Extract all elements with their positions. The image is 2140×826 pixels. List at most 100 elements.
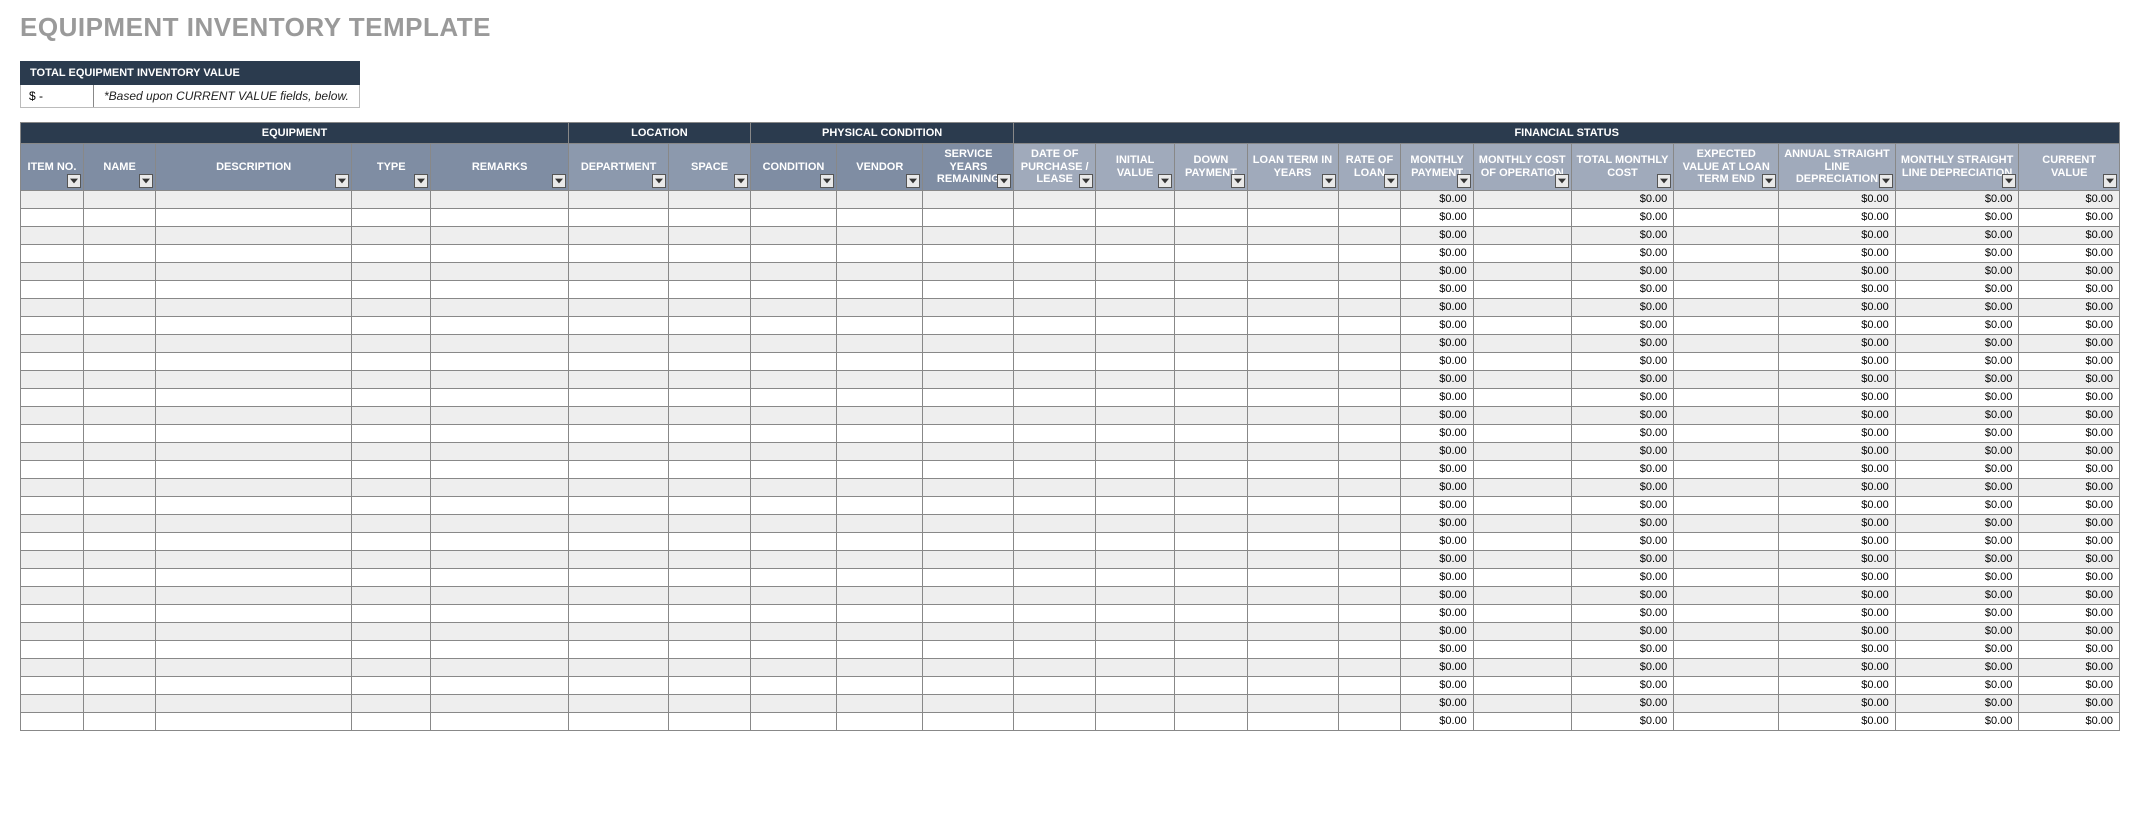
cell-date_purchase[interactable] [1014, 244, 1096, 262]
cell-date_purchase[interactable] [1014, 676, 1096, 694]
cell-total_monthly_cost[interactable]: $0.00 [1571, 424, 1674, 442]
cell-vendor[interactable] [837, 280, 923, 298]
cell-vendor[interactable] [837, 388, 923, 406]
filter-dropdown-icon[interactable] [139, 174, 153, 188]
column-header-initial_value[interactable]: INITIAL VALUE [1096, 144, 1175, 191]
cell-space[interactable] [669, 622, 751, 640]
cell-item_no[interactable] [21, 532, 84, 550]
cell-remarks[interactable] [431, 298, 569, 316]
cell-monthly_cost_op[interactable] [1473, 586, 1571, 604]
cell-total_monthly_cost[interactable]: $0.00 [1571, 442, 1674, 460]
cell-rate_loan[interactable] [1338, 352, 1401, 370]
cell-down_payment[interactable] [1175, 406, 1247, 424]
cell-name[interactable] [83, 604, 155, 622]
cell-monthly_cost_op[interactable] [1473, 424, 1571, 442]
column-header-space[interactable]: SPACE [669, 144, 751, 191]
cell-service_years[interactable] [923, 280, 1014, 298]
filter-dropdown-icon[interactable] [820, 174, 834, 188]
cell-expected_value[interactable] [1674, 514, 1779, 532]
cell-description[interactable] [156, 550, 352, 568]
cell-current_value[interactable]: $0.00 [2019, 298, 2120, 316]
cell-service_years[interactable] [923, 406, 1014, 424]
cell-vendor[interactable] [837, 442, 923, 460]
cell-description[interactable] [156, 460, 352, 478]
cell-department[interactable] [568, 712, 668, 730]
cell-monthly_cost_op[interactable] [1473, 298, 1571, 316]
column-header-type[interactable]: TYPE [352, 144, 431, 191]
cell-name[interactable] [83, 676, 155, 694]
cell-name[interactable] [83, 208, 155, 226]
cell-name[interactable] [83, 352, 155, 370]
cell-current_value[interactable]: $0.00 [2019, 424, 2120, 442]
cell-space[interactable] [669, 550, 751, 568]
cell-expected_value[interactable] [1674, 658, 1779, 676]
cell-type[interactable] [352, 640, 431, 658]
cell-initial_value[interactable] [1096, 352, 1175, 370]
cell-service_years[interactable] [923, 316, 1014, 334]
cell-monthly_depr[interactable]: $0.00 [1895, 208, 2019, 226]
cell-expected_value[interactable] [1674, 478, 1779, 496]
cell-condition[interactable] [750, 478, 836, 496]
cell-monthly_payment[interactable]: $0.00 [1401, 190, 1473, 208]
cell-item_no[interactable] [21, 424, 84, 442]
cell-remarks[interactable] [431, 352, 569, 370]
cell-date_purchase[interactable] [1014, 532, 1096, 550]
cell-rate_loan[interactable] [1338, 370, 1401, 388]
cell-description[interactable] [156, 370, 352, 388]
cell-vendor[interactable] [837, 226, 923, 244]
cell-service_years[interactable] [923, 514, 1014, 532]
column-header-rate_loan[interactable]: RATE OF LOAN [1338, 144, 1401, 191]
cell-name[interactable] [83, 442, 155, 460]
cell-description[interactable] [156, 406, 352, 424]
cell-down_payment[interactable] [1175, 352, 1247, 370]
cell-item_no[interactable] [21, 622, 84, 640]
cell-type[interactable] [352, 658, 431, 676]
filter-dropdown-icon[interactable] [552, 174, 566, 188]
cell-monthly_payment[interactable]: $0.00 [1401, 424, 1473, 442]
cell-description[interactable] [156, 658, 352, 676]
cell-down_payment[interactable] [1175, 604, 1247, 622]
cell-down_payment[interactable] [1175, 370, 1247, 388]
filter-dropdown-icon[interactable] [734, 174, 748, 188]
cell-monthly_depr[interactable]: $0.00 [1895, 226, 2019, 244]
cell-loan_term[interactable] [1247, 640, 1338, 658]
cell-rate_loan[interactable] [1338, 586, 1401, 604]
cell-department[interactable] [568, 514, 668, 532]
cell-expected_value[interactable] [1674, 190, 1779, 208]
cell-remarks[interactable] [431, 712, 569, 730]
cell-annual_depr[interactable]: $0.00 [1779, 568, 1896, 586]
cell-monthly_cost_op[interactable] [1473, 460, 1571, 478]
filter-dropdown-icon[interactable] [1457, 174, 1471, 188]
cell-condition[interactable] [750, 496, 836, 514]
cell-annual_depr[interactable]: $0.00 [1779, 622, 1896, 640]
cell-rate_loan[interactable] [1338, 550, 1401, 568]
cell-remarks[interactable] [431, 442, 569, 460]
cell-vendor[interactable] [837, 460, 923, 478]
cell-space[interactable] [669, 226, 751, 244]
cell-remarks[interactable] [431, 658, 569, 676]
cell-monthly_cost_op[interactable] [1473, 334, 1571, 352]
cell-expected_value[interactable] [1674, 532, 1779, 550]
cell-down_payment[interactable] [1175, 334, 1247, 352]
cell-item_no[interactable] [21, 712, 84, 730]
cell-rate_loan[interactable] [1338, 640, 1401, 658]
cell-rate_loan[interactable] [1338, 280, 1401, 298]
cell-total_monthly_cost[interactable]: $0.00 [1571, 712, 1674, 730]
cell-description[interactable] [156, 262, 352, 280]
column-header-vendor[interactable]: VENDOR [837, 144, 923, 191]
cell-loan_term[interactable] [1247, 280, 1338, 298]
cell-monthly_depr[interactable]: $0.00 [1895, 388, 2019, 406]
cell-loan_term[interactable] [1247, 586, 1338, 604]
cell-down_payment[interactable] [1175, 586, 1247, 604]
cell-condition[interactable] [750, 514, 836, 532]
cell-monthly_payment[interactable]: $0.00 [1401, 370, 1473, 388]
cell-item_no[interactable] [21, 658, 84, 676]
cell-department[interactable] [568, 622, 668, 640]
cell-monthly_payment[interactable]: $0.00 [1401, 316, 1473, 334]
cell-current_value[interactable]: $0.00 [2019, 640, 2120, 658]
cell-type[interactable] [352, 424, 431, 442]
cell-down_payment[interactable] [1175, 316, 1247, 334]
cell-current_value[interactable]: $0.00 [2019, 352, 2120, 370]
cell-vendor[interactable] [837, 550, 923, 568]
cell-total_monthly_cost[interactable]: $0.00 [1571, 352, 1674, 370]
